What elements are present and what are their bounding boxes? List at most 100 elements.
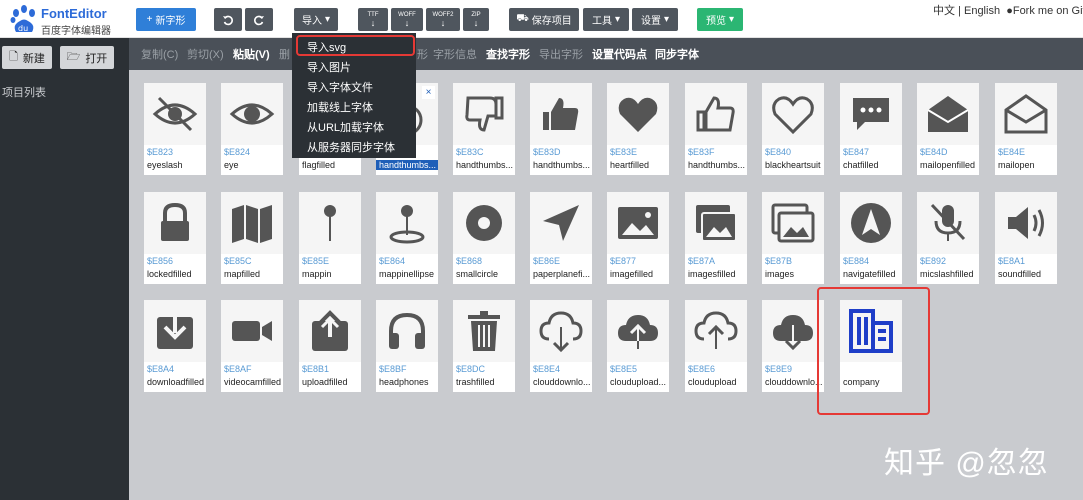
close-icon[interactable]: × [422,86,435,99]
new-glyph-button[interactable]: + 新字形 [136,8,196,31]
glyph-code: $E85E [302,256,329,266]
import-font-file-menu-item[interactable]: 导入字体文件 [307,79,373,95]
sound-icon [1002,199,1050,247]
glyph-card[interactable]: $E87A imagesfilled [685,192,747,284]
glyph-code: $E87A [688,256,715,266]
glyph-card[interactable]: $E868 smallcircle [453,192,515,284]
paste-button[interactable]: 粘贴(V) [233,46,270,62]
upload-icon [306,307,354,355]
chevron-down-icon: ▾ [615,14,620,25]
glyph-code: $E8E4 [533,364,560,374]
undo-button[interactable] [214,8,242,31]
cloud-upload-filled-icon [614,307,662,355]
preview-button[interactable]: 预览 ▾ [697,8,743,31]
chat-icon [847,90,895,138]
glyph-card[interactable]: $E84D mailopenfilled [917,83,979,175]
import-svg-highlight [296,35,415,56]
glyph-card[interactable]: $E8A4 downloadfilled [144,300,206,392]
glyph-name: chatfilled [843,160,903,170]
glyph-card[interactable]: $E83C handthumbs... [453,83,515,175]
glyph-code: $E8AF [224,364,252,374]
glyph-card[interactable]: $E8BF headphones [376,300,438,392]
new-project-button[interactable]: 🗋 新建 [2,46,52,69]
glyph-card[interactable]: $E85C mapfilled [221,192,283,284]
glyph-name: paperplanefi... [533,269,593,279]
glyph-card[interactable]: $E8E4 clouddownlo... [530,300,592,392]
glyph-card[interactable]: $E877 imagefilled [607,192,669,284]
glyph-name: blackheartsuit [765,160,825,170]
import-image-menu-item[interactable]: 导入图片 [307,59,351,75]
app-name: FontEditor [41,6,107,21]
glyph-code: $E83D [533,147,561,157]
lang-zh-link[interactable]: 中文 [933,5,955,17]
lock-icon [151,199,199,247]
export-woff2-button[interactable]: WOFF2↓ [426,8,460,31]
glyph-card[interactable]: $E8A1 soundfilled [995,192,1057,284]
shape-button[interactable]: 形 [417,46,428,62]
settings-button[interactable]: 设置 ▾ [632,8,678,31]
glyph-card[interactable]: $E8E9 clouddownlo... [762,300,824,392]
glyph-card[interactable]: $E884 navigatefilled [840,192,902,284]
preview-label: 预览 [706,12,726,27]
sync-font-button[interactable]: 同步字体 [655,46,699,62]
app-logo[interactable]: du FontEditor 百度字体编辑器 [8,5,128,35]
copy-button[interactable]: 复制(C) [141,46,178,62]
glyph-card[interactable]: $E83D handthumbs... [530,83,592,175]
tools-button[interactable]: 工具 ▾ [583,8,629,31]
find-glyph-button[interactable]: 查找字形 [486,46,530,62]
export-woff-button[interactable]: WOFF↓ [391,8,423,31]
sync-font-from-server-menu-item[interactable]: 从服务器同步字体 [307,139,395,155]
glyph-card[interactable]: $E856 lockedfilled [144,192,206,284]
glyph-card[interactable]: $E864 mappinellipse [376,192,438,284]
lang-en-link[interactable]: English [964,5,1000,17]
glyph-grid: $E823 eyeslash $E824 eye flagfilled hand… [129,70,1083,500]
glyph-card[interactable]: $E823 eyeslash [144,83,206,175]
export-ttf-button[interactable]: TTF↓ [358,8,388,31]
cut-button[interactable]: 剪切(X) [187,46,224,62]
export-glyph-button[interactable]: 导出字形 [539,46,583,62]
app-subtitle: 百度字体编辑器 [41,22,111,37]
glyph-name: mapfilled [224,269,284,279]
export-zip-button[interactable]: ZIP↓ [463,8,489,31]
sidebar: 🗋 新建 🗁 打开 项目列表 [0,38,129,500]
glyph-card[interactable]: $E840 blackheartsuit [762,83,824,175]
glyph-info-button[interactable]: 字形信息 [433,46,477,62]
import-button[interactable]: 导入 ▾ [294,8,338,31]
top-toolbar: du FontEditor 百度字体编辑器 + 新字形 导入 ▾ TTF↓ WO… [0,0,1083,38]
glyph-card[interactable]: $E8E6 cloudupload [685,300,747,392]
glyph-code: $E877 [610,256,636,266]
glyph-card[interactable]: $E8B1 uploadfilled [299,300,361,392]
glyph-code: $E840 [765,147,791,157]
folder-open-icon: 🗁 [67,48,81,67]
glyph-card[interactable]: $E83F handthumbs... [685,83,747,175]
open-project-button[interactable]: 🗁 打开 [60,46,114,69]
glyph-card[interactable]: $E87B images [762,192,824,284]
glyph-card[interactable]: $E892 micslashfilled [917,192,979,284]
load-online-font-menu-item[interactable]: 加载线上字体 [307,99,373,115]
top-links: 中文 | English ●Fork me on Git [933,2,1083,18]
save-project-button[interactable]: ⛟ 保存项目 [509,8,579,31]
delete-button[interactable]: 删 [279,46,290,62]
glyph-card[interactable]: $E8DC trashfilled [453,300,515,392]
glyph-card[interactable]: $E86E paperplanefi... [530,192,592,284]
glyph-code: $E85C [224,256,252,266]
load-font-from-url-menu-item[interactable]: 从URL加载字体 [307,119,384,135]
save-icon: ⛟ [516,13,529,26]
images-icon [769,199,817,247]
glyph-card[interactable]: $E8AF videocamfilled [221,300,283,392]
set-code-point-button[interactable]: 设置代码点 [592,46,647,62]
glyph-card[interactable]: $E84E mailopen [995,83,1057,175]
glyph-card[interactable]: $E83E heartfilled [607,83,669,175]
download-arrow-icon: ↓ [441,19,446,28]
redo-button[interactable] [245,8,273,31]
cloud-upload-icon [692,307,740,355]
fork-link[interactable]: Fork me on Git [1013,5,1083,17]
glyph-card[interactable]: $E824 eye [221,83,283,175]
glyph-card[interactable]: $E8E5 cloudupload... [607,300,669,392]
glyph-card[interactable]: $E85E mappin [299,192,361,284]
glyph-name: cloudupload... [610,377,670,387]
download-arrow-icon: ↓ [371,19,376,28]
glyph-code: $E856 [147,256,173,266]
glyph-card[interactable]: $E847 chatfilled [840,83,902,175]
eye-icon [228,90,276,138]
